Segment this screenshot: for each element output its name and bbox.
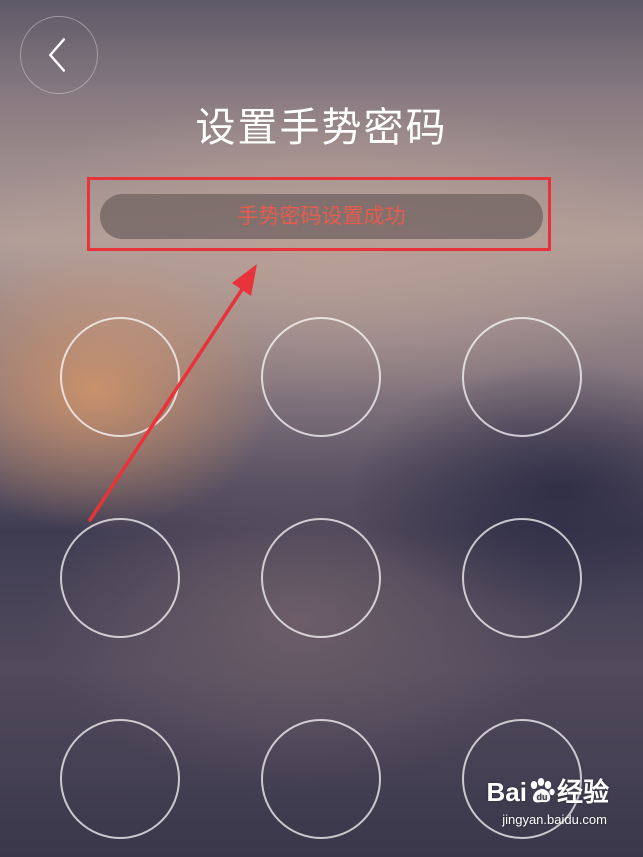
paw-icon: du (530, 778, 555, 803)
svg-text:du: du (536, 792, 547, 802)
gesture-dot-2[interactable] (261, 317, 381, 437)
gesture-dot-4[interactable] (60, 518, 180, 638)
gesture-dot-1[interactable] (60, 317, 180, 437)
watermark-brand: Bai du 经验 (487, 775, 609, 809)
gesture-dot-7[interactable] (60, 719, 180, 839)
watermark-url: jingyan.baidu.com (502, 812, 607, 827)
watermark-brand-left: Bai (486, 777, 527, 807)
gesture-dot-6[interactable] (462, 518, 582, 638)
gesture-dot-3[interactable] (462, 317, 582, 437)
gesture-dot-8[interactable] (261, 719, 381, 839)
gesture-grid (0, 0, 643, 857)
gesture-dot-5[interactable] (261, 518, 381, 638)
watermark-brand-right: 经验 (556, 777, 609, 807)
baidu-jingyan-watermark: Bai du 经验 jingyan.baidu.com (487, 775, 609, 835)
